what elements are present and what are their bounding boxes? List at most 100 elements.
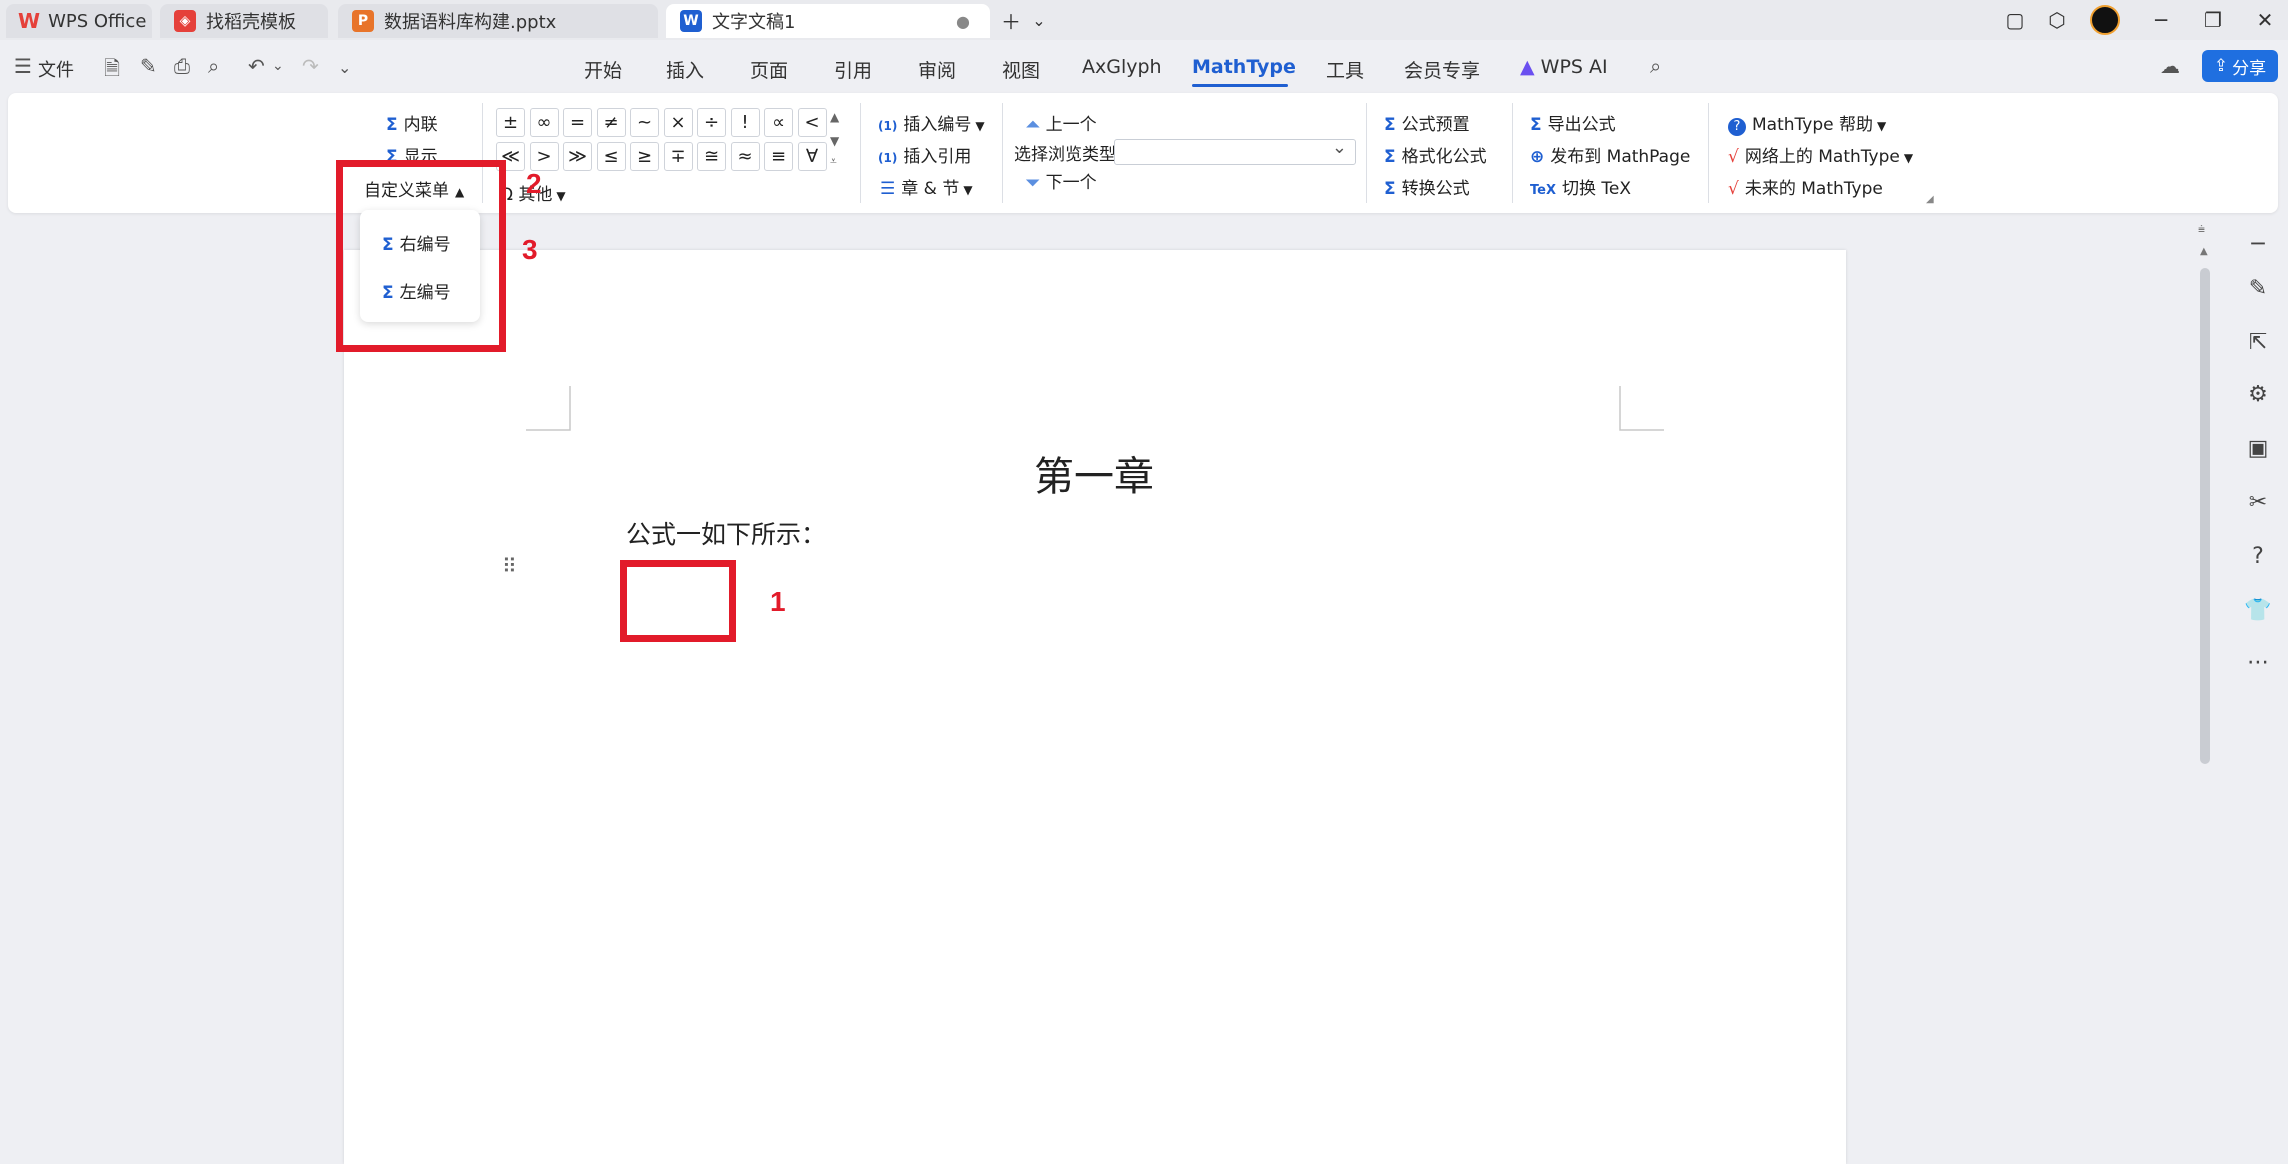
print-preview-icon[interactable]: ⌕ <box>208 54 219 78</box>
undo-chevron-icon[interactable]: ⌄ <box>272 58 284 74</box>
margin-corner-top-right <box>1619 386 1664 431</box>
mathtype-help-button[interactable]: ? MathType 帮助 ▼ <box>1728 110 1886 136</box>
menu-insert[interactable]: 插入 <box>666 56 704 83</box>
symbol-button[interactable]: ÷ <box>697 108 726 137</box>
undo-icon[interactable]: ↶ <box>248 54 265 78</box>
close-icon[interactable]: ✕ <box>2250 6 2280 34</box>
symbol-button[interactable]: ≈ <box>730 142 760 171</box>
menu-review[interactable]: 审阅 <box>918 56 956 83</box>
palette-expand-icon[interactable]: ⩡ <box>830 154 837 169</box>
export-formula-button[interactable]: Σ 导出公式 <box>1530 110 1616 135</box>
menu-wps-ai[interactable]: ▲ WPS AI <box>1520 56 1608 78</box>
publish-mathpage-button[interactable]: ⊕ 发布到 MathPage <box>1530 142 1690 167</box>
symbol-button[interactable]: ≠ <box>596 108 626 137</box>
print-icon[interactable]: ⎙ <box>174 54 190 78</box>
chevron-down-icon: ▼ <box>975 119 985 133</box>
tab-wps-office[interactable]: W WPS Office <box>6 4 152 38</box>
divider <box>1002 103 1003 203</box>
symbol-button[interactable]: ± <box>496 108 525 137</box>
cloud-upload-icon[interactable]: ☁ <box>2160 54 2180 78</box>
pen-icon[interactable]: ✎ <box>2244 276 2272 301</box>
annotation-box-formula <box>620 560 736 642</box>
divider <box>1708 103 1709 203</box>
tools-icon[interactable]: ✂ <box>2244 490 2272 515</box>
share-button[interactable]: ⇪ 分享 <box>2202 50 2278 82</box>
toggle-tex-button[interactable]: TeX 切换 TeX <box>1530 174 1631 199</box>
symbol-button[interactable]: ~ <box>630 108 659 137</box>
menu-axglyph[interactable]: AxGlyph <box>1082 56 1162 78</box>
menu-member[interactable]: 会员专享 <box>1404 56 1480 83</box>
cube-icon[interactable]: ⬡ <box>2042 6 2072 34</box>
tab-pptx[interactable]: P 数据语料库构建.pptx <box>338 4 658 38</box>
ruler-toggle-icon[interactable]: ⩧ <box>2198 222 2205 237</box>
symbol-button[interactable]: × <box>663 108 693 137</box>
symbol-button[interactable]: ≤ <box>596 142 626 171</box>
symbol-button[interactable]: ! <box>730 108 760 137</box>
symbol-button[interactable]: ≡ <box>764 142 793 171</box>
ribbon-expand-icon[interactable]: ◢ <box>1926 194 1934 205</box>
help-icon: ? <box>1728 118 1746 136</box>
symbol-button[interactable]: ∓ <box>663 142 693 171</box>
palette-scroll-down-icon[interactable]: ▼ <box>830 134 839 148</box>
format-painter-icon[interactable]: ✎ <box>140 54 157 78</box>
formula-preset-icon: Σ <box>1384 115 1396 135</box>
more-chevron-icon[interactable]: ⌄ <box>338 58 351 77</box>
menu-reference[interactable]: 引用 <box>834 56 872 83</box>
more-icon[interactable]: ⋯ <box>2244 650 2272 675</box>
browse-type-select[interactable] <box>1114 137 1356 165</box>
sliders-icon[interactable]: ⚙ <box>2244 382 2272 407</box>
symbol-button[interactable]: ∞ <box>529 108 559 137</box>
menu-start[interactable]: 开始 <box>584 56 622 83</box>
browse-type-label: 选择浏览类型 <box>1014 145 1116 165</box>
symbol-button[interactable]: > <box>529 142 559 171</box>
menu-page[interactable]: 页面 <box>750 56 788 83</box>
window-tile-icon[interactable]: ▢ <box>2000 6 2030 34</box>
menu-mathtype[interactable]: MathType <box>1192 56 1296 78</box>
previous-button[interactable]: ⏶ 上一个 <box>1026 110 1097 135</box>
palette-scroll-up-icon[interactable]: ▲ <box>830 110 839 124</box>
minimize-icon[interactable]: ─ <box>2146 6 2176 34</box>
chapter-section-button[interactable]: ☰ 章 & 节 ▼ <box>880 174 973 199</box>
menu-view[interactable]: 视图 <box>1002 56 1040 83</box>
share-icon: ⇪ <box>2213 56 2229 76</box>
drag-handle-icon[interactable]: ⠿ <box>502 554 517 578</box>
image-edit-icon[interactable]: ▣ <box>2244 436 2272 461</box>
restore-icon[interactable]: ❐ <box>2198 6 2228 34</box>
convert-formula-button[interactable]: Σ 转换公式 <box>1384 174 1470 199</box>
help-circle-icon[interactable]: ? <box>2244 544 2272 569</box>
save-icon[interactable]: 🗎 <box>104 54 120 88</box>
inline-button[interactable]: Σ 内联 <box>386 110 438 135</box>
symbol-button[interactable]: < <box>797 108 827 137</box>
format-formula-button[interactable]: Σ 格式化公式 <box>1384 142 1487 167</box>
symbol-button[interactable]: ≫ <box>563 142 592 171</box>
vertical-scrollbar[interactable] <box>2200 268 2210 764</box>
reference-icon: (1) <box>878 151 898 165</box>
menu-tools[interactable]: 工具 <box>1326 56 1364 83</box>
tab-list-chevron-icon[interactable]: ⌄ <box>1024 6 1054 34</box>
insert-reference-button[interactable]: (1) 插入引用 <box>878 142 971 167</box>
symbol-button[interactable]: ≥ <box>630 142 659 171</box>
future-mathtype-button[interactable]: √ 未来的 MathType <box>1728 174 1883 199</box>
export-icon: Σ <box>1530 115 1542 135</box>
collapse-icon[interactable]: ─ <box>2244 232 2272 257</box>
tab-docer[interactable]: ◈ 找稻壳模板 <box>160 4 328 38</box>
symbol-button[interactable]: = <box>563 108 592 137</box>
formula-preset-button[interactable]: Σ 公式预置 <box>1384 110 1470 135</box>
redo-icon[interactable]: ↷ <box>302 54 319 78</box>
avatar[interactable] <box>2090 5 2120 35</box>
chevron-down-icon: ▼ <box>1903 151 1914 165</box>
insert-number-button[interactable]: (1) 插入编号 ▼ <box>878 110 985 135</box>
cursor-icon[interactable]: ⇱ <box>2244 330 2272 355</box>
search-icon[interactable]: ⌕ <box>1650 54 1661 78</box>
scroll-up-icon[interactable]: ▲ <box>2200 246 2208 257</box>
mathtype-online-button[interactable]: √ 网络上的 MathType ▼ <box>1728 142 1913 167</box>
shirt-icon[interactable]: 👕 <box>2244 598 2272 623</box>
symbol-button[interactable]: ≅ <box>697 142 726 171</box>
symbol-button[interactable]: ∀ <box>797 142 827 171</box>
new-tab-button[interactable]: ＋ <box>996 6 1026 34</box>
tab-writer[interactable]: W 文字文稿1 ● <box>666 4 990 38</box>
symbol-button[interactable]: ∝ <box>764 108 793 137</box>
file-menu[interactable]: 文件 <box>38 56 74 82</box>
next-button[interactable]: ⏷ 下一个 <box>1026 168 1097 193</box>
hamburger-icon[interactable]: ☰ <box>14 54 32 78</box>
